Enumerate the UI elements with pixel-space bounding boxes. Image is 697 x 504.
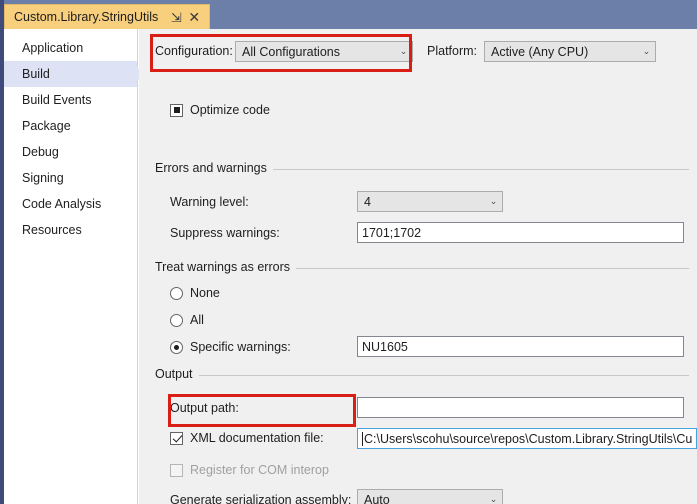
- sidebar-item-code-analysis[interactable]: Code Analysis: [4, 191, 137, 217]
- treat-warnings-specific-radio-row[interactable]: Specific warnings:: [170, 340, 291, 354]
- sidebar-item-package[interactable]: Package: [4, 113, 137, 139]
- project-properties-window: Custom.Library.StringUtils ⇲ ✕ Applicati…: [0, 0, 697, 504]
- treat-warnings-none-radio-row[interactable]: None: [170, 286, 220, 300]
- treat-warnings-none-radio[interactable]: [170, 287, 183, 300]
- pin-icon[interactable]: ⇲: [168, 9, 184, 25]
- specific-warnings-input[interactable]: NU1605: [357, 336, 684, 357]
- xml-documentation-file-input[interactable]: C:\Users\scohu\source\repos\Custom.Libra…: [357, 428, 697, 449]
- register-for-com-interop-checkbox-row: Register for COM interop: [170, 463, 329, 477]
- output-path-input[interactable]: [357, 397, 684, 418]
- document-tab-strip: Custom.Library.StringUtils ⇲ ✕: [0, 0, 697, 29]
- settings-scroll-region: Allow unsafe code Optimize code Errors a…: [139, 73, 697, 504]
- sidebar-item-resources[interactable]: Resources: [4, 217, 137, 243]
- treat-warnings-all-radio-row[interactable]: All: [170, 313, 204, 327]
- sidebar-item-build-events[interactable]: Build Events: [4, 87, 137, 113]
- sidebar-item-label: Debug: [22, 145, 59, 159]
- sidebar-item-label: Build Events: [22, 93, 91, 107]
- sidebar-item-label: Code Analysis: [22, 197, 101, 211]
- document-tab-label: Custom.Library.StringUtils: [14, 10, 158, 24]
- configuration-bar: Configuration: All Configurations ⌄ Plat…: [139, 29, 697, 73]
- output-group-header: Output: [139, 367, 697, 383]
- treat-warnings-specific-radio[interactable]: [170, 341, 183, 354]
- xml-documentation-file-checkbox[interactable]: [170, 432, 183, 445]
- chevron-down-icon: ⌄: [395, 47, 412, 56]
- configuration-dropdown-value: All Configurations: [236, 45, 395, 59]
- platform-dropdown[interactable]: Active (Any CPU) ⌄: [484, 41, 656, 62]
- output-path-label: Output path:: [170, 401, 239, 415]
- group-divider: [155, 375, 689, 376]
- optimize-code-checkbox-row[interactable]: Optimize code: [170, 103, 270, 117]
- errors-and-warnings-group-header: Errors and warnings: [139, 161, 697, 177]
- treat-warnings-all-radio[interactable]: [170, 314, 183, 327]
- scroll-clip-mask: [139, 73, 697, 83]
- generate-serialization-assembly-label: Generate serialization assembly:: [170, 493, 351, 504]
- close-icon[interactable]: ✕: [186, 9, 202, 25]
- treat-warnings-all-label: All: [190, 313, 204, 327]
- configuration-label: Configuration:: [155, 44, 233, 58]
- suppress-warnings-label: Suppress warnings:: [170, 226, 280, 240]
- sidebar-item-label: Resources: [22, 223, 82, 237]
- text-caret: [362, 432, 363, 446]
- window-body: Application Build Build Events Package D…: [4, 29, 697, 504]
- document-tab-custom-library-stringutils[interactable]: Custom.Library.StringUtils ⇲ ✕: [4, 4, 210, 29]
- sidebar-item-label: Build: [22, 67, 50, 81]
- output-title: Output: [155, 367, 199, 381]
- sidebar-item-debug[interactable]: Debug: [4, 139, 137, 165]
- chevron-down-icon: ⌄: [485, 197, 502, 206]
- xml-documentation-file-checkbox-row[interactable]: XML documentation file:: [170, 431, 324, 445]
- warning-level-dropdown-value: 4: [358, 195, 485, 209]
- platform-dropdown-value: Active (Any CPU): [485, 45, 638, 59]
- configuration-dropdown[interactable]: All Configurations ⌄: [235, 41, 413, 62]
- sidebar-item-build[interactable]: Build: [4, 61, 137, 87]
- sidebar-item-label: Package: [22, 119, 71, 133]
- sidebar-item-application[interactable]: Application: [4, 35, 137, 61]
- treat-warnings-specific-label: Specific warnings:: [190, 340, 291, 354]
- chevron-down-icon: ⌄: [638, 47, 655, 56]
- generate-serialization-assembly-dropdown[interactable]: Auto ⌄: [357, 489, 503, 504]
- errors-and-warnings-title: Errors and warnings: [155, 161, 273, 175]
- optimize-code-checkbox[interactable]: [170, 104, 183, 117]
- suppress-warnings-value: 1701;1702: [362, 226, 421, 240]
- sidebar-item-label: Signing: [22, 171, 64, 185]
- sidebar-item-label: Application: [22, 41, 83, 55]
- chevron-down-icon: ⌄: [485, 495, 502, 504]
- platform-label: Platform:: [427, 44, 477, 58]
- generate-serialization-assembly-value: Auto: [358, 493, 485, 504]
- warning-level-label: Warning level:: [170, 195, 249, 209]
- sidebar-item-signing[interactable]: Signing: [4, 165, 137, 191]
- properties-sidebar: Application Build Build Events Package D…: [4, 29, 138, 504]
- treat-warnings-none-label: None: [190, 286, 220, 300]
- register-for-com-interop-checkbox: [170, 464, 183, 477]
- build-settings-pane: Configuration: All Configurations ⌄ Plat…: [139, 29, 697, 504]
- treat-warnings-group-header: Treat warnings as errors: [139, 260, 697, 276]
- register-for-com-interop-label: Register for COM interop: [190, 463, 329, 477]
- specific-warnings-value: NU1605: [362, 340, 408, 354]
- xml-documentation-file-label: XML documentation file:: [190, 431, 324, 445]
- window-left-accent-strip: [0, 0, 4, 504]
- suppress-warnings-input[interactable]: 1701;1702: [357, 222, 684, 243]
- optimize-code-label: Optimize code: [190, 103, 270, 117]
- warning-level-dropdown[interactable]: 4 ⌄: [357, 191, 503, 212]
- treat-warnings-title: Treat warnings as errors: [155, 260, 296, 274]
- xml-documentation-file-value: C:\Users\scohu\source\repos\Custom.Libra…: [364, 432, 692, 446]
